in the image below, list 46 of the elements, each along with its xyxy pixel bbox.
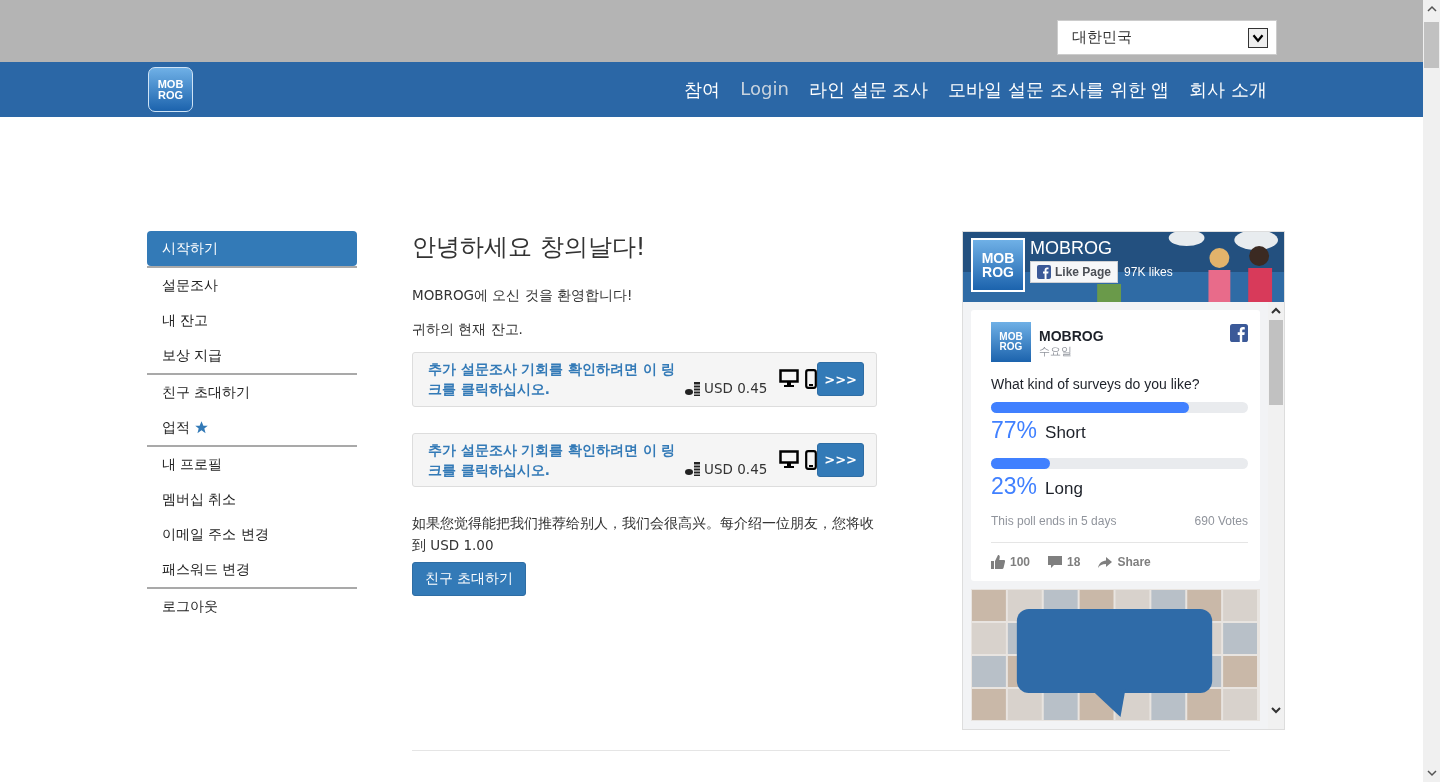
- sidebar-item[interactable]: 시작하기: [147, 231, 357, 266]
- vote-count: 690 Votes: [1194, 514, 1248, 528]
- poll-option: Short: [1045, 423, 1086, 443]
- poll-percent: 77%: [991, 417, 1038, 444]
- share-link[interactable]: Share: [1098, 555, 1151, 569]
- like-page-button[interactable]: Like Page: [1030, 261, 1119, 283]
- reward-amount: USD 0.45: [704, 379, 768, 399]
- like-link[interactable]: 100: [991, 555, 1031, 569]
- referral-text: 如果您觉得能把我们推荐给别人，我们会很高兴。每介绍一位朋友，您将收到 USD 1.00: [412, 514, 875, 555]
- sidebar-item[interactable]: 친구 초대하기: [147, 375, 357, 410]
- sidebar-item[interactable]: 보상 지급: [147, 338, 357, 373]
- page-title: 안녕하세요 창의날다!: [412, 232, 647, 263]
- welcome-text: MOBROG에 오신 것을 환영합니다!: [412, 286, 634, 305]
- sidebar-item[interactable]: 이메일 주소 변경: [147, 517, 357, 552]
- go-button[interactable]: >>>: [817, 362, 864, 397]
- sidebar-item[interactable]: 멤버십 취소: [147, 482, 357, 517]
- survey-link[interactable]: 추가 설문조사 기회를 확인하려면 이 링크를 클릭하십시오.: [428, 439, 679, 481]
- invite-button[interactable]: 친구 초대하기: [412, 562, 527, 597]
- sidebar-item[interactable]: 내 프로필: [147, 447, 357, 482]
- go-button[interactable]: >>>: [817, 442, 864, 477]
- sidebar-item[interactable]: 업적: [147, 410, 357, 445]
- poll-question: What kind of surveys do you like?: [991, 376, 1201, 392]
- page-name[interactable]: MOBROG: [1030, 238, 1173, 259]
- nav-link[interactable]: 모바일 설문 조사를 위한 앱: [948, 77, 1170, 102]
- poll-option: Long: [1045, 479, 1083, 499]
- sidebar-item[interactable]: 로그아웃: [147, 589, 357, 624]
- nav-link[interactable]: 참여: [684, 77, 721, 102]
- likes-count: 97K likes: [1124, 265, 1173, 279]
- reward-amount: USD 0.45: [704, 459, 768, 479]
- country-select[interactable]: 대한민국: [1057, 20, 1277, 55]
- page-logo[interactable]: MOB ROG: [971, 238, 1025, 292]
- poll-percent: 23%: [991, 473, 1038, 500]
- balance-text: 귀하의 현재 잔고.: [412, 319, 524, 339]
- nav-link[interactable]: 회사 소개: [1189, 77, 1267, 102]
- comment-link[interactable]: 18: [1048, 555, 1081, 569]
- survey-link[interactable]: 추가 설문조사 기회를 확인하려면 이 링크를 클릭하십시오.: [428, 359, 679, 400]
- sidebar-item[interactable]: 패스워드 변경: [147, 552, 357, 587]
- author-avatar: MOB ROG: [991, 322, 1031, 362]
- nav-link[interactable]: 라인 설문 조사: [808, 77, 929, 102]
- post-date: 수요일: [1039, 344, 1073, 359]
- poll-end-text: This poll ends in 5 days: [991, 514, 1117, 528]
- logo[interactable]: MOB ROG: [148, 67, 193, 112]
- post-author[interactable]: MOBROG: [1039, 328, 1104, 344]
- sidebar-item[interactable]: 내 잔고: [147, 303, 357, 338]
- nav-link[interactable]: Login: [740, 77, 789, 102]
- sidebar-item[interactable]: 설문조사: [147, 268, 357, 303]
